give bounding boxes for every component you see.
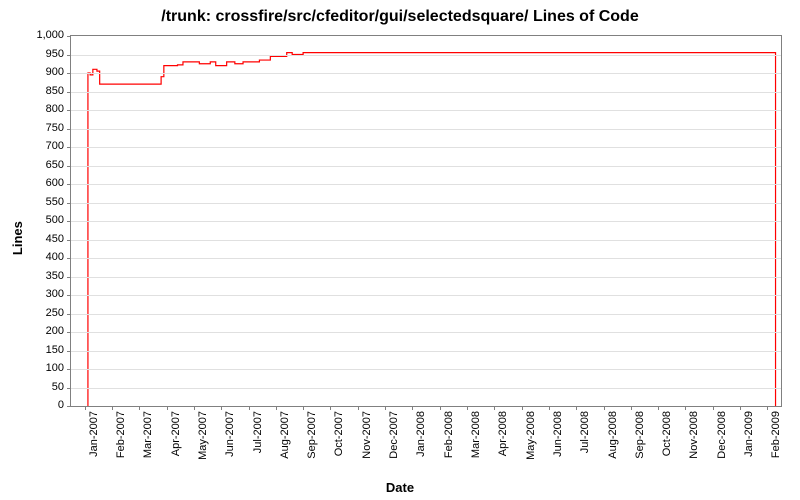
- x-tick-label: Jun-2007: [224, 411, 236, 457]
- y-tick-label: 300: [24, 288, 64, 300]
- x-tick-label: Aug-2007: [279, 411, 291, 459]
- x-tick-label: Jan-2008: [415, 411, 427, 457]
- x-tick-label: Feb-2008: [443, 411, 455, 458]
- x-tick-label: Oct-2008: [661, 411, 673, 456]
- y-tick-label: 800: [24, 103, 64, 115]
- y-tick-label: 1,000: [24, 29, 64, 41]
- x-tick-label: Apr-2007: [170, 411, 182, 456]
- y-tick-label: 200: [24, 325, 64, 337]
- y-tick-label: 400: [24, 251, 64, 263]
- x-tick-label: Aug-2008: [607, 411, 619, 459]
- y-tick-label: 100: [24, 362, 64, 374]
- chart-title: /trunk: crossfire/src/cfeditor/gui/selec…: [0, 8, 800, 26]
- x-tick-label: Jan-2009: [743, 411, 755, 457]
- y-tick-label: 450: [24, 233, 64, 245]
- y-tick-label: 150: [24, 344, 64, 356]
- x-tick-label: Nov-2007: [361, 411, 373, 459]
- x-tick-label: May-2007: [197, 411, 209, 460]
- y-tick-label: 350: [24, 270, 64, 282]
- x-tick-label: Jun-2008: [552, 411, 564, 457]
- x-tick-label: Dec-2007: [388, 411, 400, 459]
- chart-container: /trunk: crossfire/src/cfeditor/gui/selec…: [0, 0, 800, 500]
- x-tick-label: Feb-2007: [115, 411, 127, 458]
- x-tick-label: Jan-2007: [88, 411, 100, 457]
- y-tick-label: 850: [24, 85, 64, 97]
- x-tick-label: Sep-2007: [306, 411, 318, 459]
- x-tick-label: Oct-2007: [333, 411, 345, 456]
- y-tick-label: 900: [24, 66, 64, 78]
- plot-area: [70, 35, 782, 407]
- x-tick-label: Mar-2007: [142, 411, 154, 458]
- y-tick-label: 550: [24, 196, 64, 208]
- x-tick-label: Mar-2008: [470, 411, 482, 458]
- y-tick-label: 0: [24, 399, 64, 411]
- y-tick-label: 250: [24, 307, 64, 319]
- x-tick-label: Feb-2009: [770, 411, 782, 458]
- y-tick-label: 950: [24, 48, 64, 60]
- y-tick-label: 750: [24, 122, 64, 134]
- x-tick-label: Apr-2008: [497, 411, 509, 456]
- y-tick-label: 700: [24, 140, 64, 152]
- y-tick-label: 500: [24, 214, 64, 226]
- x-tick-label: Nov-2008: [688, 411, 700, 459]
- y-axis-title: Lines: [10, 221, 25, 255]
- y-tick-label: 650: [24, 159, 64, 171]
- x-axis-title: Date: [0, 480, 800, 495]
- x-tick-label: Dec-2008: [716, 411, 728, 459]
- x-tick-label: Sep-2008: [634, 411, 646, 459]
- y-tick-label: 50: [24, 381, 64, 393]
- y-tick-label: 600: [24, 177, 64, 189]
- x-tick-label: Jul-2008: [579, 411, 591, 453]
- x-tick-label: Jul-2007: [252, 411, 264, 453]
- x-tick-label: May-2008: [525, 411, 537, 460]
